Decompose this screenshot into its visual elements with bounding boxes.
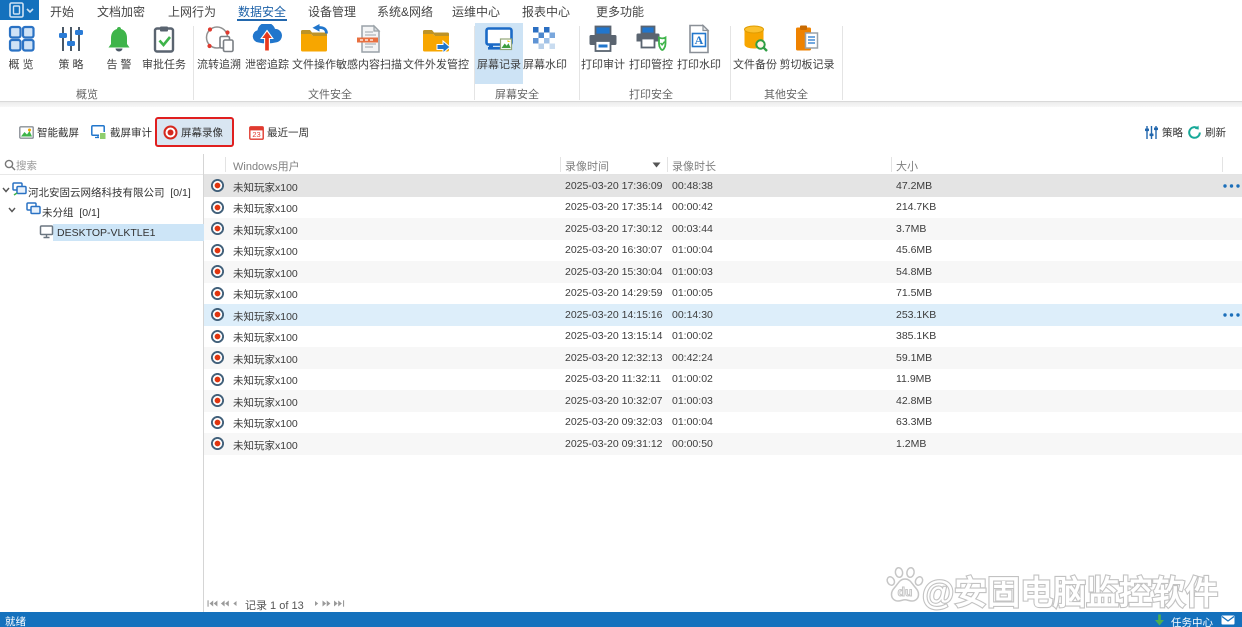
svg-text:23: 23 xyxy=(252,130,260,139)
svg-text:du: du xyxy=(898,585,913,599)
svg-text:A: A xyxy=(695,33,704,47)
